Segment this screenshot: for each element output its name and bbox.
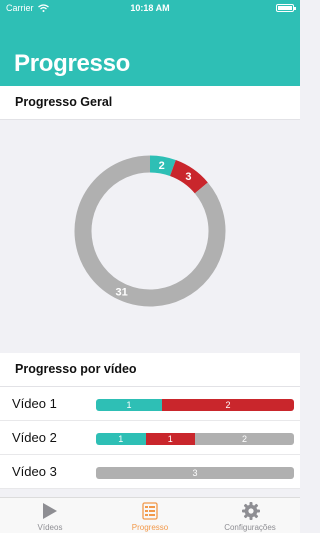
video-bar-segment: 1 (145, 433, 195, 445)
status-bar: Carrier 10:18 AM (0, 0, 300, 16)
tab-settings[interactable]: Configurações (200, 498, 300, 533)
overall-donut-chart: 2 3 31 (0, 120, 300, 353)
video-row-label: Vídeo 3 (12, 464, 57, 479)
list-icon (142, 502, 158, 520)
tab-progress-label: Progresso (131, 523, 169, 532)
tab-progress[interactable]: Progresso (100, 498, 200, 533)
gear-icon (242, 502, 260, 520)
play-icon (43, 503, 57, 519)
donut-svg: 2 3 31 (74, 155, 226, 307)
video-row[interactable]: Vídeo 2112 (0, 421, 300, 455)
video-progress-header: Progresso por vídeo (0, 353, 300, 387)
donut-label-0: 2 (159, 160, 165, 172)
app-header: Carrier 10:18 AM Progresso (0, 0, 300, 86)
donut-label-1: 3 (185, 171, 191, 183)
overall-progress-header: Progresso Geral (0, 86, 300, 120)
video-progress-bar: 3 (96, 467, 294, 479)
donut-label-2: 31 (116, 287, 128, 299)
page-title: Progresso (14, 50, 131, 77)
video-row[interactable]: Vídeo 3 3 (0, 455, 300, 489)
video-row-label: Vídeo 1 (12, 396, 57, 411)
video-progress-bar: 112 (96, 433, 294, 445)
video-bar-segment: 1 (96, 433, 146, 445)
video-progress-bar: 12 (96, 399, 294, 411)
tab-settings-label: Configurações (224, 523, 276, 532)
tab-videos-label: Vídeos (37, 523, 63, 532)
tab-videos[interactable]: Vídeos (0, 498, 100, 533)
video-bar-segment: 3 (96, 467, 294, 479)
video-bar-segment: 1 (96, 399, 162, 411)
status-time: 10:18 AM (130, 3, 170, 13)
overall-progress-title: Progresso Geral (15, 95, 113, 109)
video-row[interactable]: Vídeo 1 12 (0, 387, 300, 421)
video-row-label: Vídeo 2 (12, 430, 57, 445)
video-bar-segment: 2 (195, 433, 294, 445)
video-progress-title: Progresso por vídeo (15, 362, 137, 376)
tab-bar: Vídeos Progresso Configurações (0, 497, 300, 533)
battery-icon (276, 4, 296, 12)
video-bar-segment: 2 (161, 399, 294, 411)
